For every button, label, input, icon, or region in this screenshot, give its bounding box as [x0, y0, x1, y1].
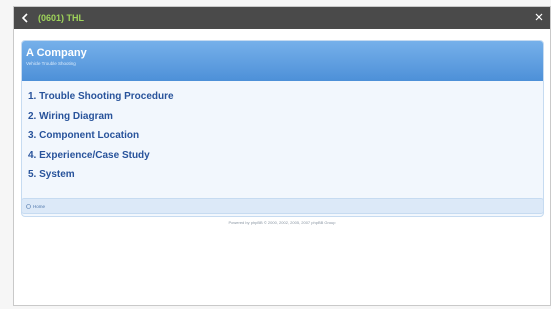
home-nav-link[interactable]: Home: [21, 198, 544, 214]
menu-item-wiring-diagram[interactable]: 2. Wiring Diagram: [28, 107, 174, 127]
menu-item-component-location[interactable]: 3. Component Location: [28, 126, 174, 146]
back-button[interactable]: [14, 7, 36, 29]
main-menu: 1. Trouble Shooting Procedure 2. Wiring …: [28, 87, 174, 185]
company-subtitle: Vehicle Trouble Shooting: [26, 61, 76, 66]
menu-item-trouble-shooting[interactable]: 1. Trouble Shooting Procedure: [28, 87, 174, 107]
menu-item-system[interactable]: 5. System: [28, 165, 174, 185]
home-label: Home: [33, 203, 46, 209]
company-header: A Company Vehicle Trouble Shooting: [22, 41, 543, 81]
content-panel: A Company Vehicle Trouble Shooting 1. Tr…: [21, 40, 544, 217]
menu-item-experience-case-study[interactable]: 4. Experience/Case Study: [28, 146, 174, 166]
chevron-left-icon: [21, 13, 28, 23]
home-icon: [26, 203, 31, 209]
app-window: (0601) THL A Company Vehicle Trouble Sho…: [13, 6, 551, 306]
company-name: A Company: [26, 47, 87, 59]
window-title: (0601) THL: [38, 13, 85, 23]
close-icon: [535, 13, 543, 21]
footer-credits: Powered by phpBB © 2000, 2002, 2005, 200…: [228, 220, 336, 225]
title-bar: (0601) THL: [14, 7, 550, 29]
close-button[interactable]: [532, 10, 546, 24]
